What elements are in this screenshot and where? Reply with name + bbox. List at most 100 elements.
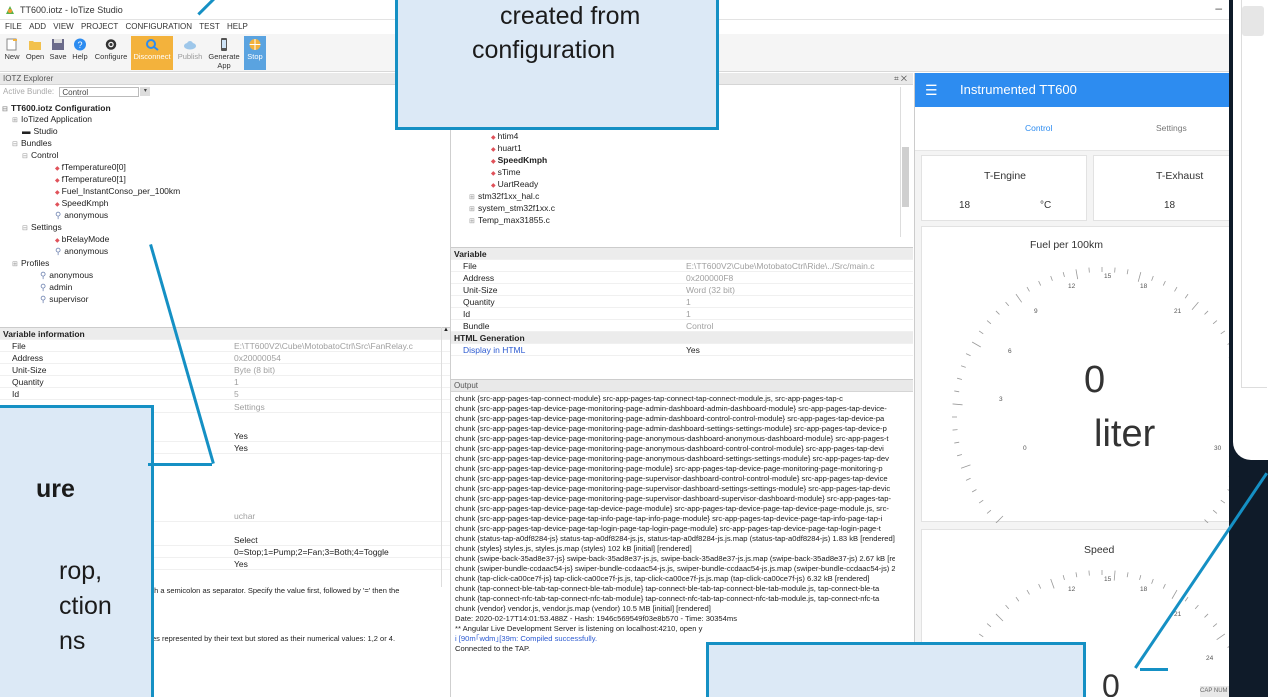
tree-node-settings[interactable]: ⊟ Settings <box>22 222 62 233</box>
grid-row[interactable]: Unit-Size Byte (8 bit) <box>0 364 450 376</box>
output-line: chunk {tap-connect-ble-tab-tap-connect-b… <box>455 584 880 593</box>
grid-row[interactable]: Id 5 <box>0 388 450 400</box>
gauge-tick <box>1050 578 1055 589</box>
tree-node-root[interactable]: ⊟ TT600.iotz Configuration <box>2 103 111 114</box>
source-file[interactable]: ⊞ Temp_max31855.c <box>469 215 550 226</box>
tree-leaf-user[interactable]: ⚲ anonymous <box>55 246 108 257</box>
menu-configuration[interactable]: CONFIGURATION <box>126 20 193 34</box>
grid-row[interactable]: Quantity 1 <box>0 376 450 388</box>
tree-node-app[interactable]: ⊞ IoTized Application <box>12 114 92 125</box>
gauge-tick <box>952 403 963 406</box>
source-item[interactable]: ◆ UartReady <box>491 179 538 190</box>
source-item[interactable]: ◆ huart1 <box>491 143 522 154</box>
minimize-button[interactable]: – <box>1215 1 1222 15</box>
active-bundle-select[interactable]: Control <box>59 86 140 97</box>
menu-help[interactable]: HELP <box>227 20 248 34</box>
chevron-down-icon[interactable]: ▾ <box>140 87 151 97</box>
grid-row[interactable]: File E:\TT600V2\Cube\MotobatoCtrl\Src\Fan… <box>0 340 450 352</box>
gauge-tick <box>1212 623 1218 628</box>
open-button[interactable]: Open <box>24 36 46 70</box>
gauge-tick <box>978 499 984 504</box>
generate-app-button[interactable]: Generate App <box>206 36 242 70</box>
grid-row[interactable]: Address 0x200000F8 <box>451 272 913 284</box>
stop-button[interactable]: Stop <box>244 36 266 70</box>
grid-row[interactable]: File E:\TT600V2\Cube\MotobatoCtrl\Ride\..… <box>451 260 913 272</box>
grid-row[interactable]: Unit-Size Word (32 bit) <box>451 284 913 296</box>
tree-leaf[interactable]: ◆ Fuel_InstantConso_per_100km <box>55 186 180 197</box>
fuel-value: 0 <box>1084 359 1106 401</box>
tree-node-control[interactable]: ⊟ Control <box>22 150 58 161</box>
tree-leaf[interactable]: ◆ SpeedKmph <box>55 198 108 209</box>
save-button[interactable]: Save <box>48 36 68 70</box>
tree-leaf-user[interactable]: ⚲ anonymous <box>55 210 108 221</box>
grid-row[interactable]: Bundle Control <box>451 320 913 332</box>
output-line: chunk {swiper-bundle-ccdaac54-js} swiper… <box>455 564 895 573</box>
grid-row[interactable]: Quantity 1 <box>451 296 913 308</box>
gauge-tick <box>995 515 1004 523</box>
phone-frame <box>1229 0 1268 697</box>
new-button[interactable]: New <box>2 36 22 70</box>
fuel-gauge-card: Fuel per 100km 0 3 6 9 12 15 18 21 30 0 … <box>921 226 1230 523</box>
menu-file[interactable]: FILE <box>5 20 22 34</box>
source-file[interactable]: ⊞ system_stm32f1xx.c <box>469 203 555 214</box>
help-icon: ? <box>74 38 86 51</box>
gauge-tick-label: 15 <box>1104 273 1112 280</box>
tree-leaf[interactable]: ◆ fTemperature0[1] <box>55 174 126 185</box>
menu-test[interactable]: TEST <box>199 20 219 34</box>
callout-top-line1: created from <box>500 2 641 30</box>
description-text: es represented by their text but stored … <box>152 634 396 643</box>
active-bundle-label: Active Bundle: <box>3 87 55 96</box>
output-line: chunk {src-app-pages-tap-device-page-mon… <box>455 434 889 443</box>
tree-leaf[interactable]: ◆ fTemperature0[0] <box>55 162 126 173</box>
grid-row[interactable]: Display in HTML Yes <box>451 344 913 356</box>
output-title: Output <box>451 380 913 392</box>
scrollbar[interactable] <box>900 87 910 237</box>
menu-project[interactable]: PROJECT <box>81 20 118 34</box>
grid-row[interactable]: Address 0x20000054 <box>0 352 450 364</box>
output-line: ** Angular Live Development Server is li… <box>455 624 703 633</box>
gauge-tick <box>1026 286 1030 292</box>
source-file[interactable]: ⊞ stm32f1xx_hal.c <box>469 191 539 202</box>
tree-leaf-user[interactable]: ⚲ supervisor <box>40 294 88 305</box>
grid-row[interactable]: Id 1 <box>451 308 913 320</box>
tree-leaf-user[interactable]: ⚲ admin <box>40 282 72 293</box>
cloud-upload-icon <box>184 41 196 50</box>
source-item[interactable]: ◆ sTime <box>491 167 520 178</box>
tab-settings[interactable]: Settings <box>1156 123 1187 133</box>
configure-button[interactable]: Configure <box>92 36 130 70</box>
tree-node-studio[interactable]: ▬ Studio <box>22 126 58 137</box>
source-item[interactable]: ◆ htim4 <box>491 131 518 142</box>
tree-leaf[interactable]: ◆ bRelayMode <box>55 234 109 245</box>
svg-text:?: ? <box>77 40 82 50</box>
output-line: chunk {src-app-pages-tap-device-page-mon… <box>455 474 888 483</box>
gauge-tick <box>954 441 960 444</box>
gauge-tick <box>986 509 992 514</box>
output-line: chunk {styles} styles.js, styles.js.map … <box>455 544 692 553</box>
gauge-tick <box>1162 583 1166 589</box>
menu-view[interactable]: VIEW <box>53 20 73 34</box>
gauge-tick <box>965 353 971 357</box>
gauge-tick-label: 18 <box>1140 283 1148 290</box>
gauge-tick <box>1075 269 1079 280</box>
gauge-tick <box>1062 272 1065 278</box>
callout-top-line2: configuration <box>472 36 616 64</box>
help-button[interactable]: ? Help <box>70 36 90 70</box>
gauge-tick <box>1191 301 1199 311</box>
publish-button[interactable]: Publish <box>175 36 205 70</box>
status-bar: CAP NUM <box>1200 686 1230 697</box>
output-line: chunk {src-app-pages-tap-device-page-mon… <box>455 484 891 493</box>
output-line: Date: 2020-02-17T14:01:53.488Z - Hash: 1… <box>455 614 738 623</box>
hamburger-menu-icon[interactable]: ☰ <box>925 73 938 107</box>
source-item-selected[interactable]: ◆ SpeedKmph <box>491 155 547 166</box>
tree-leaf-user[interactable]: ⚲ anonymous <box>40 270 93 281</box>
disconnect-button[interactable]: Disconnect <box>131 36 173 70</box>
tab-control[interactable]: Control <box>1025 123 1052 133</box>
gauge-tick <box>986 320 992 325</box>
menu-add[interactable]: ADD <box>29 20 46 34</box>
tree-node-profiles[interactable]: ⊞ Profiles <box>12 258 49 269</box>
gauge-tick <box>1015 293 1023 303</box>
output-line: chunk {src-app-pages-tap-device-page-mon… <box>455 424 887 433</box>
tree-node-bundles[interactable]: ⊟ Bundles <box>12 138 52 149</box>
callout-bottom <box>706 642 1086 697</box>
scrollbar[interactable]: ▲ <box>441 327 450 587</box>
